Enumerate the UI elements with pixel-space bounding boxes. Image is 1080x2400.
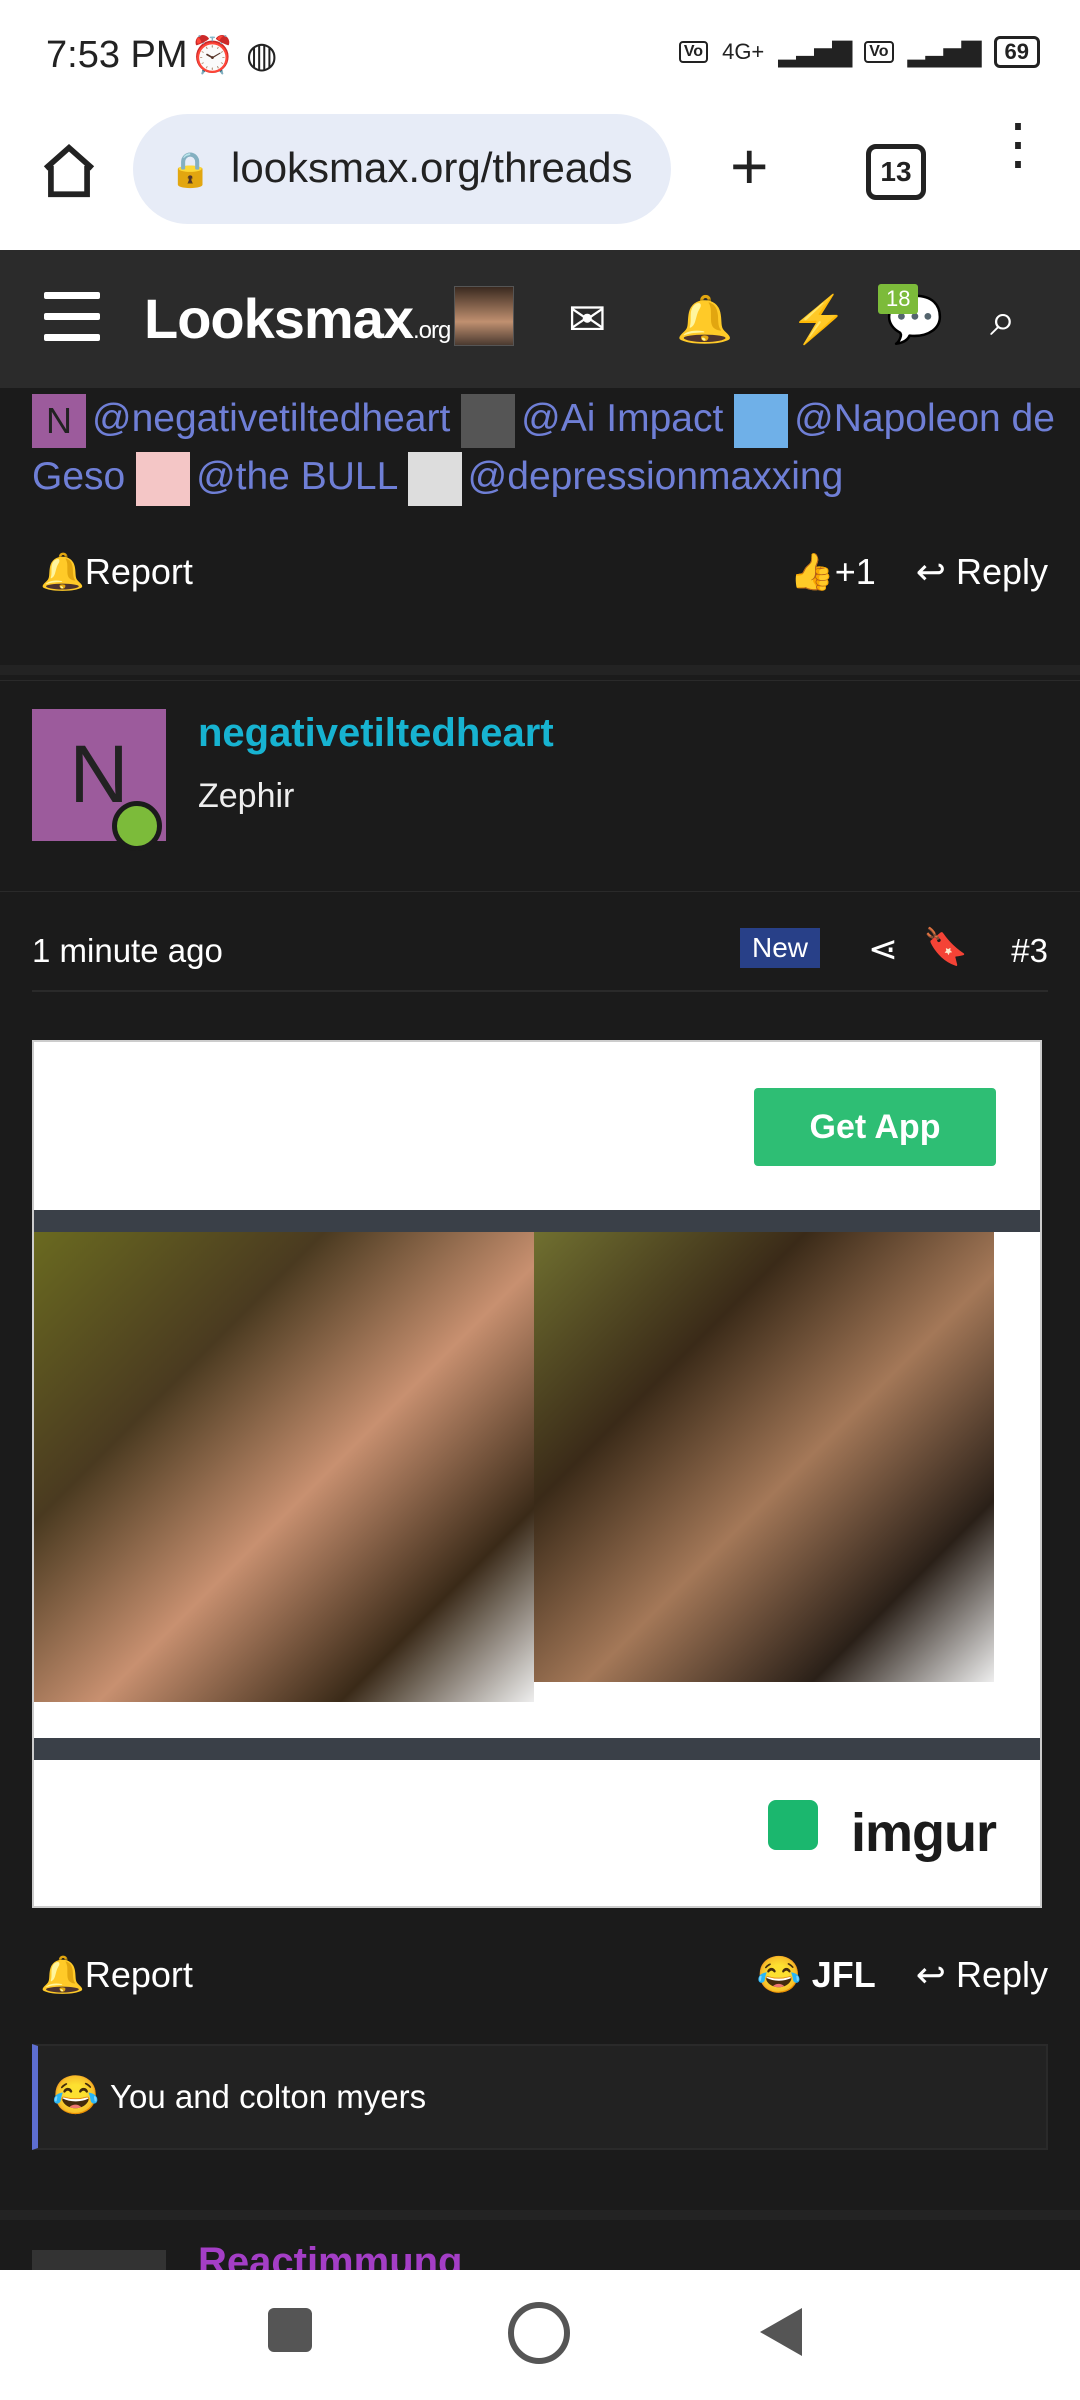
mention-avatar [461, 393, 516, 448]
menu-icon[interactable] [44, 292, 100, 355]
post-actions: 🔔Report 👍+1 ↩ Reply [40, 545, 1048, 605]
volte-icon: Vo [678, 41, 709, 63]
embedded-photo-right [534, 1232, 994, 1682]
logo-text: Looksmax [144, 287, 414, 350]
reply-button[interactable]: ↩ Reply [916, 1954, 1048, 1996]
laugh-icon: 😂 [52, 2075, 100, 2117]
signal-icon-2: ▂▃▅▇ [907, 36, 982, 67]
reaction-summary-text: You and colton myers [110, 2078, 427, 2115]
mention-avatar [734, 393, 789, 448]
user-title: Zephir [198, 777, 295, 815]
site-logo[interactable]: Looksmax.org [144, 286, 451, 351]
username-link[interactable]: negativetiltedheart [198, 711, 554, 756]
post-time[interactable]: 1 minute ago [32, 932, 223, 970]
tab-switcher-button[interactable]: 13 [866, 144, 926, 200]
mention-link[interactable]: @Ai Impact [521, 397, 723, 440]
lock-icon: 🔒 [169, 151, 212, 189]
mail-icon[interactable]: ✉ [568, 292, 607, 346]
reply-label: Reply [955, 551, 1048, 592]
reaction-label: JFL [811, 1954, 876, 1995]
mention-list: N @negativetiltedheart @Ai Impact @Napole… [32, 390, 1062, 506]
post-divider [0, 2210, 1080, 2220]
mention-link[interactable]: @negativetiltedheart [92, 397, 450, 440]
reaction-button[interactable]: 👍+1 [790, 551, 876, 593]
next-username[interactable]: Reactimmung [198, 2240, 463, 2270]
get-app-button[interactable]: Get App [754, 1088, 996, 1166]
report-button[interactable]: 🔔Report [40, 551, 193, 593]
network-type: 4G+ [722, 39, 765, 64]
embedded-photo-left [34, 1232, 534, 1702]
status-indicators: Vo 4G+ ▂▃▅▇ Vo ▂▃▅▇ 69 [678, 36, 1040, 68]
laugh-icon: 😂 [756, 1954, 802, 1995]
imgur-brand: imgur [850, 1803, 997, 1863]
new-tab-icon[interactable]: + [730, 128, 769, 204]
home-icon[interactable] [38, 140, 100, 202]
site-header: Looksmax.org ✉ 🔔 ⚡ 💬 18 ⌕ [0, 250, 1080, 388]
report-label: Report [84, 1954, 193, 1995]
account-avatar[interactable] [454, 286, 514, 346]
mention-avatar [136, 451, 191, 506]
logo-suffix: .org [413, 317, 451, 344]
bookmark-icon[interactable]: 🔖 [923, 926, 968, 968]
report-button[interactable]: 🔔Report [40, 1954, 193, 1996]
embed-band-bottom [34, 1738, 1040, 1760]
status-bar: 7:53 PM ⏰ ◍ Vo 4G+ ▂▃▅▇ Vo ▂▃▅▇ 69 [0, 0, 1080, 110]
reaction-label: +1 [834, 551, 876, 592]
mention-link[interactable]: @the BULL [196, 455, 397, 498]
battery-level: 69 [993, 36, 1040, 68]
bell-icon[interactable]: 🔔 [676, 292, 733, 347]
chrome-icon: ◍ [246, 34, 278, 75]
next-avatar[interactable] [32, 2250, 166, 2270]
search-icon[interactable]: ⌕ [990, 292, 1016, 348]
post-divider [0, 665, 1080, 675]
lightning-icon[interactable]: ⚡ [790, 292, 847, 347]
imgur-icon [768, 1800, 818, 1850]
online-indicator [112, 801, 162, 851]
system-nav-bar [0, 2270, 1080, 2400]
reply-button[interactable]: ↩ Reply [916, 551, 1048, 593]
reply-label: Reply [955, 1954, 1048, 1995]
address-bar[interactable]: 🔒 looksmax.org/threads [133, 114, 671, 224]
more-menu-icon[interactable]: ⋮ [990, 116, 1046, 172]
imgur-embed[interactable]: Get App imgur [32, 1040, 1042, 1908]
recents-icon[interactable] [268, 2308, 312, 2352]
url-text: looksmax.org/threads [231, 144, 633, 191]
mention-link[interactable]: @depressionmaxxing [468, 455, 844, 498]
share-icon[interactable]: ⋖ [868, 928, 898, 970]
report-label: Report [84, 551, 193, 592]
volte-icon-2: Vo [864, 41, 894, 63]
mention-avatar [407, 451, 462, 506]
post-actions: 🔔Report 😂 JFL ↩ Reply [40, 1948, 1048, 2008]
embed-band-top [34, 1210, 1040, 1232]
alarm-icon: ⏰ [190, 34, 235, 75]
post-meta: 1 minute ago New ⋖ 🔖 #3 [32, 920, 1048, 992]
back-icon[interactable] [760, 2308, 802, 2356]
conversations-badge: 18 [878, 284, 919, 314]
home-nav-icon[interactable] [508, 2302, 570, 2364]
browser-toolbar: 🔒 looksmax.org/threads + 13 ⋮ [0, 110, 1080, 253]
reaction-button[interactable]: 😂 JFL [757, 1954, 876, 1996]
new-badge: New [739, 928, 820, 968]
post-author: N negativetiltedheart Zephir [0, 680, 1080, 892]
status-time: 7:53 PM [46, 34, 188, 76]
reaction-summary[interactable]: 😂 You and colton myers [32, 2044, 1048, 2150]
signal-icon: ▂▃▅▇ [778, 36, 852, 67]
mention-avatar: N [32, 393, 86, 448]
post-number[interactable]: #3 [1011, 932, 1048, 970]
